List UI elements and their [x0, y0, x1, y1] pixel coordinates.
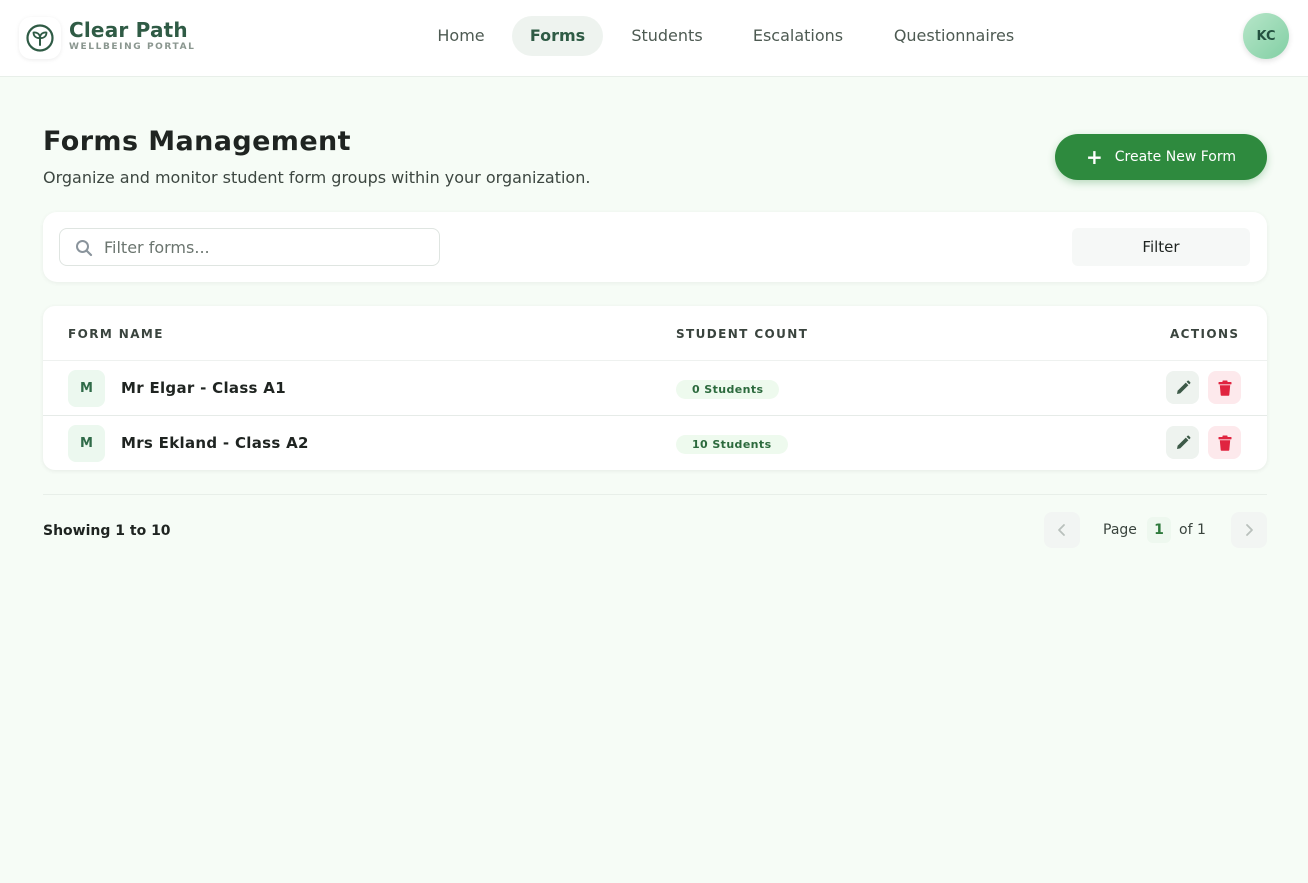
table-row[interactable]: M Mr Elgar - Class A1 0 Students [43, 361, 1267, 416]
nav-item-home[interactable]: Home [426, 16, 496, 56]
search-input[interactable] [104, 229, 424, 265]
delete-button[interactable] [1208, 426, 1241, 459]
column-header-student-count[interactable]: STUDENT COUNT [676, 327, 808, 341]
trash-icon [1218, 380, 1231, 396]
chevron-left-icon [1058, 524, 1065, 536]
student-count-badge: 10 Students [676, 435, 788, 454]
form-initial-badge: M [68, 370, 105, 407]
delete-button[interactable] [1208, 371, 1241, 404]
brand-name: Clear Path [69, 18, 188, 42]
create-new-form-label: Create New Form [1114, 149, 1236, 165]
student-count-badge: 0 Students [676, 380, 780, 399]
pencil-icon [1176, 380, 1190, 394]
nav-item-students[interactable]: Students [620, 16, 714, 56]
column-header-actions: ACTIONS [1170, 327, 1240, 341]
pencil-icon [1176, 435, 1190, 449]
plus-icon: + [1086, 145, 1103, 169]
nav-item-questionnaires[interactable]: Questionnaires [880, 16, 1028, 56]
create-new-form-button[interactable]: + Create New Form [1055, 134, 1267, 180]
trash-icon [1218, 435, 1231, 451]
user-avatar[interactable]: KC [1243, 13, 1289, 59]
top-navigation-bar: Clear Path WELLBEING PORTAL Home Forms S… [0, 0, 1308, 77]
brand-logo[interactable] [19, 17, 61, 59]
search-icon [76, 240, 93, 257]
form-name[interactable]: Mr Elgar - Class A1 [121, 379, 286, 397]
forms-table: FORM NAME STUDENT COUNT ACTIONS M Mr Elg… [43, 306, 1267, 470]
nav-item-escalations[interactable]: Escalations [738, 16, 858, 56]
edit-button[interactable] [1166, 426, 1199, 459]
edit-button[interactable] [1166, 371, 1199, 404]
showing-range-text: Showing 1 to 10 [43, 523, 171, 539]
form-initial-badge: M [68, 425, 105, 462]
nav-item-forms[interactable]: Forms [512, 16, 603, 56]
page-subtitle: Organize and monitor student form groups… [43, 168, 591, 187]
column-header-form-name[interactable]: FORM NAME [68, 327, 164, 341]
form-name[interactable]: Mrs Ekland - Class A2 [121, 434, 309, 452]
total-pages-label: of 1 [1179, 522, 1206, 538]
search-box[interactable] [59, 228, 440, 266]
pagination-divider [43, 494, 1267, 495]
filter-bar: Filter [43, 212, 1267, 282]
sprout-icon [26, 24, 54, 52]
chevron-right-icon [1246, 524, 1253, 536]
brand-subtitle: WELLBEING PORTAL [69, 42, 196, 52]
page-title: Forms Management [43, 126, 351, 157]
table-row[interactable]: M Mrs Ekland - Class A2 10 Students [43, 416, 1267, 470]
current-page-number: 1 [1147, 517, 1171, 543]
page-label: Page [1103, 522, 1137, 538]
previous-page-button[interactable] [1044, 512, 1080, 548]
next-page-button[interactable] [1231, 512, 1267, 548]
filter-button[interactable]: Filter [1072, 228, 1250, 266]
